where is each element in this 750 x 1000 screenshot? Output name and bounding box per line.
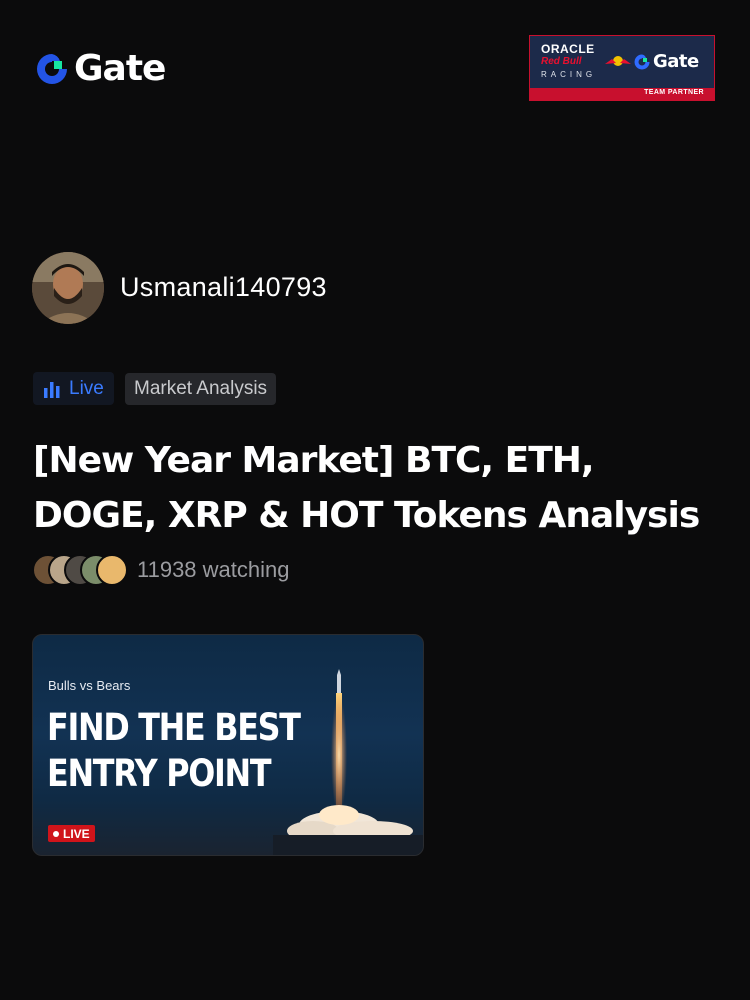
watching-count: 11938 watching — [137, 557, 290, 583]
partner-line-racing: RACING — [541, 70, 597, 79]
thumbnail-headline: FIND THE BEST ENTRY POINT — [47, 705, 301, 797]
watcher-avatars — [32, 554, 132, 586]
brand-name: Gate — [74, 48, 166, 89]
bar-chart-icon — [44, 381, 60, 398]
live-tag-label: Live — [69, 377, 104, 399]
topic-tag[interactable]: Market Analysis — [125, 373, 277, 405]
red-bull-icon — [605, 56, 631, 66]
user-avatar[interactable] — [32, 252, 104, 324]
partner-brand-name: Gate — [653, 51, 699, 72]
partner-badge: ORACLE Red Bull RACING Gate TEAM PARTNER — [529, 35, 715, 101]
thumbnail-headline-line2: ENTRY POINT — [47, 752, 272, 795]
partner-band: TEAM PARTNER — [530, 88, 714, 100]
gate-logo[interactable]: Gate — [34, 48, 166, 89]
gate-logo-icon — [37, 53, 67, 84]
live-dot-icon — [53, 830, 59, 837]
gate-logo-icon — [634, 54, 650, 69]
thumbnail-live-label: LIVE — [63, 826, 90, 841]
thumbnail-subtitle: Bulls vs Bears — [48, 678, 131, 693]
thumbnail-headline-line1: FIND THE BEST — [47, 706, 301, 749]
stream-thumbnail[interactable]: Bulls vs Bears FIND THE BEST ENTRY POINT… — [32, 634, 424, 856]
avatar-photo — [32, 252, 104, 324]
thumbnail-live-badge: LIVE — [48, 825, 95, 842]
partner-line-redbull: Red Bull — [541, 56, 582, 67]
username[interactable]: Usmanali140793 — [120, 272, 327, 303]
stream-title[interactable]: [New Year Market] BTC, ETH, DOGE, XRP & … — [33, 433, 723, 543]
topic-tag-label: Market Analysis — [134, 378, 268, 399]
watcher-avatar — [96, 554, 128, 586]
partner-band-text: TEAM PARTNER — [644, 89, 704, 96]
live-tag[interactable]: Live — [33, 372, 114, 405]
watching-number: 11938 — [137, 557, 197, 582]
partner-line-oracle: ORACLE — [541, 42, 595, 56]
watching-label: watching — [202, 557, 290, 582]
